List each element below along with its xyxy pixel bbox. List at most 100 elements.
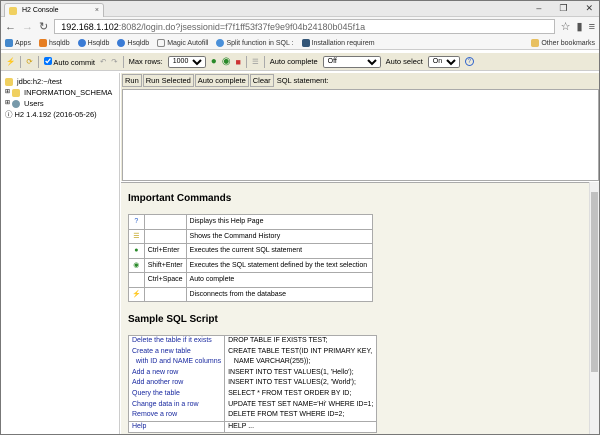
scrollbar[interactable] xyxy=(589,182,599,434)
command-desc: Auto complete xyxy=(185,272,373,288)
auto-select-select[interactable]: On xyxy=(427,55,460,68)
forward-icon[interactable]: → xyxy=(22,21,33,33)
command-row: ☰ Shows the Command History xyxy=(128,228,373,244)
tree-connection[interactable]: jdbc:h2:~/test xyxy=(5,76,115,87)
bookmark[interactable]: hsqldb xyxy=(38,38,70,47)
command-desc: Executes the SQL statement defined by th… xyxy=(185,257,373,273)
sample-link[interactable]: Change data in a row xyxy=(128,399,226,411)
sample-link[interactable]: Add another row xyxy=(128,378,226,389)
browser-tab[interactable]: H2 Console × xyxy=(4,3,104,17)
tree-users[interactable]: ⊞ Users xyxy=(5,98,115,109)
bookmark[interactable]: Magic Autofill xyxy=(157,38,208,47)
important-commands-title: Important Commands xyxy=(128,193,232,204)
menu-icon[interactable]: ≡ xyxy=(589,21,595,33)
url-input[interactable]: 192.168.1.102:8082/login.do?jsessionid=f… xyxy=(54,19,555,34)
run-selected-icon: ◉ xyxy=(133,262,140,270)
command-key: Shift+Enter xyxy=(143,257,187,273)
back-icon[interactable]: ← xyxy=(5,21,16,33)
extension-icon[interactable]: ▮ xyxy=(577,20,583,33)
sample-link[interactable]: Delete the table if it exists xyxy=(128,335,226,347)
close-tab-icon[interactable]: × xyxy=(95,7,99,14)
history-icon[interactable]: ☰ xyxy=(252,57,259,66)
scrollbar-thumb[interactable] xyxy=(591,192,598,372)
folder-icon xyxy=(531,38,540,47)
expand-icon[interactable]: ⊞ xyxy=(5,87,10,98)
command-row: ◉ Shift+Enter Executes the SQL statement d… xyxy=(128,257,373,273)
blogger-icon xyxy=(38,38,47,47)
sample-link[interactable]: with ID and NAME columns xyxy=(128,357,226,368)
users-icon xyxy=(12,99,21,108)
other-bookmarks[interactable]: Other bookmarks xyxy=(531,38,595,47)
site-icon xyxy=(216,38,225,47)
result-panel: Important Commands ? Displays this Help P… xyxy=(121,182,589,434)
minimize-icon[interactable]: – xyxy=(536,3,541,14)
run-selected-icon[interactable]: ◉ xyxy=(222,56,231,67)
command-desc: Displays this Help Page xyxy=(185,214,373,230)
max-rows-select[interactable]: 1000 xyxy=(167,55,206,68)
bookmark[interactable]: Hsqldb xyxy=(117,38,149,47)
command-row: ? Displays this Help Page xyxy=(128,214,373,230)
disconnect-icon: ⚡ xyxy=(132,291,141,299)
h2-icon xyxy=(9,6,17,15)
restore-icon[interactable]: ❐ xyxy=(559,3,567,14)
max-rows-label: Max rows: xyxy=(128,57,163,66)
sample-row: Query the table SELECT * FROM TEST ORDER … xyxy=(128,388,377,400)
run-button[interactable]: Run xyxy=(122,74,142,87)
run-icon: ● xyxy=(134,247,139,255)
sample-link[interactable]: Remove a row xyxy=(128,410,226,422)
refresh-icon[interactable]: ⟳ xyxy=(26,57,32,66)
tree-schema[interactable]: ⊞ INFORMATION_SCHEMA xyxy=(5,87,115,98)
rollback-icon[interactable]: ↶ xyxy=(100,57,106,66)
auto-complete-button[interactable]: Auto complete xyxy=(194,74,249,87)
query-panel: Run Run Selected Auto complete Clear SQL… xyxy=(121,73,599,181)
auto-complete-select[interactable]: Off xyxy=(322,55,381,68)
object-tree: jdbc:h2:~/test ⊞ INFORMATION_SCHEMA ⊞ User… xyxy=(1,73,120,434)
commit-icon[interactable]: ↷ xyxy=(111,57,117,66)
run-selected-button[interactable]: Run Selected xyxy=(142,74,194,87)
reload-icon[interactable]: ↻ xyxy=(39,20,48,33)
bookmark[interactable]: Installation requirem xyxy=(301,38,375,47)
sample-sql-table: Delete the table if it exists DROP TABLE … xyxy=(128,335,378,434)
search-icon xyxy=(117,38,126,47)
bookmarks-bar: Apps hsqldb Hsqldb Hsqldb Magic Autofill… xyxy=(1,36,599,50)
auto-complete-label: Auto complete xyxy=(269,57,318,66)
auto-commit-checkbox[interactable]: Auto commit xyxy=(43,56,95,67)
bookmark-apps[interactable]: Apps xyxy=(5,38,31,47)
close-window-icon[interactable]: ✕ xyxy=(585,3,593,14)
site-icon xyxy=(301,38,310,47)
tree-version: ⓘ H2 1.4.192 (2016-05-26) xyxy=(5,110,97,119)
database-icon xyxy=(5,77,13,86)
history-icon: ☰ xyxy=(133,233,140,241)
star-icon[interactable]: ☆ xyxy=(561,20,571,33)
sql-statement-label: SQL statement: xyxy=(276,76,329,85)
address-bar-row: ← → ↻ 192.168.1.102:8082/login.do?jsession… xyxy=(1,17,599,36)
sample-row: Change data in a row UPDATE TEST SET NAME… xyxy=(128,399,377,411)
command-row: ● Ctrl+Enter Executes the current SQL stat… xyxy=(128,243,373,259)
disconnect-icon[interactable]: ⚡ xyxy=(6,57,15,66)
sample-link[interactable]: Add a new row xyxy=(128,367,226,379)
command-key xyxy=(143,214,187,230)
page-icon xyxy=(157,38,166,47)
bookmark[interactable]: Split function in SQL : xyxy=(216,38,294,47)
url-host: 192.168.1.102 xyxy=(61,21,119,32)
tab-title: H2 Console xyxy=(22,7,59,14)
cancel-icon[interactable]: ■ xyxy=(236,57,241,67)
run-icon[interactable]: ● xyxy=(211,56,217,67)
command-key xyxy=(143,228,187,244)
expand-icon[interactable]: ⊞ xyxy=(5,98,10,109)
sample-row: Remove a row DELETE FROM TEST WHERE ID=2; xyxy=(128,410,377,422)
h2-toolbar: ⚡ ⟳ Auto commit ↶ ↷ Max rows: 1000 ● ◉ ■ … xyxy=(1,53,599,71)
sample-link[interactable]: Query the table xyxy=(128,388,226,400)
sample-row: Delete the table if it exists DROP TABLE … xyxy=(128,335,377,347)
sample-row: Help HELP ... xyxy=(128,420,377,433)
help-icon[interactable]: ? xyxy=(464,57,474,66)
clear-button[interactable]: Clear xyxy=(249,74,274,87)
tab-bar: H2 Console × – ❐ ✕ xyxy=(1,1,599,17)
sample-link[interactable]: Create a new table xyxy=(128,346,226,358)
command-desc: Executes the current SQL statement xyxy=(185,243,373,259)
sample-sql: INSERT INTO TEST VALUES(2, 'World'); xyxy=(228,379,356,387)
sql-input[interactable] xyxy=(122,89,599,181)
sample-link[interactable]: Help xyxy=(128,420,226,433)
sample-sql: DELETE FROM TEST WHERE ID=2; xyxy=(228,411,345,419)
bookmark[interactable]: Hsqldb xyxy=(77,38,109,47)
